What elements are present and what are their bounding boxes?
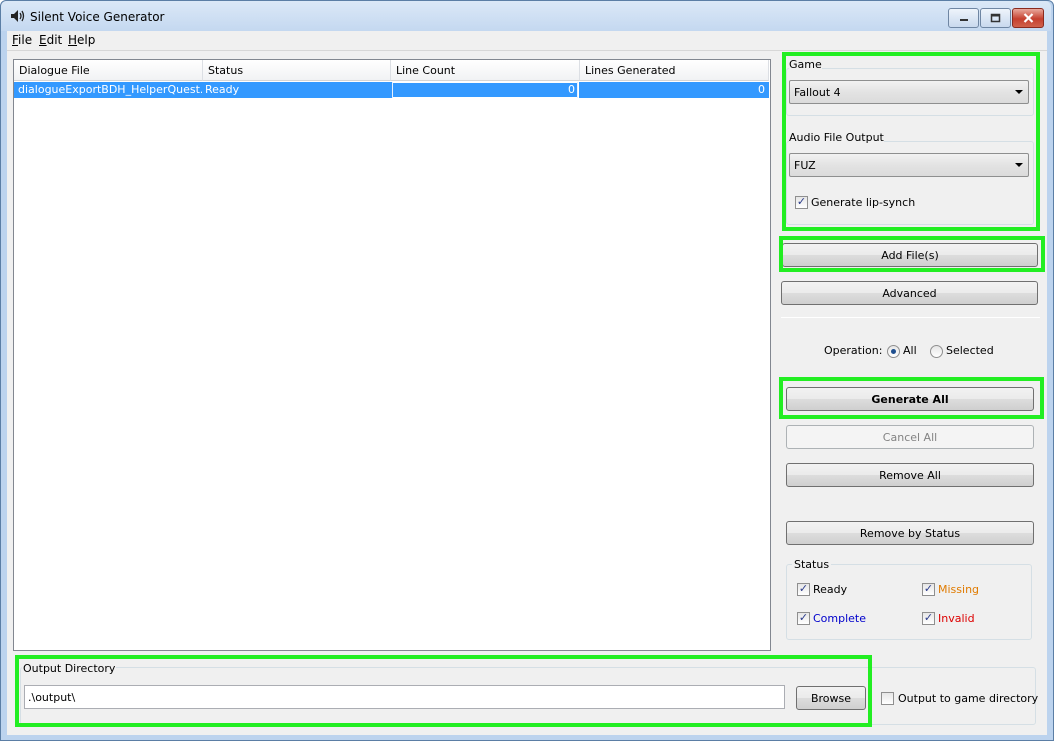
dialogue-file-list[interactable] (13, 59, 771, 651)
restore-icon (981, 9, 1010, 27)
status-invalid-checkbox[interactable]: ✓ (922, 611, 935, 625)
check-icon: ✓ (923, 611, 934, 624)
status-invalid-label: Invalid (938, 612, 975, 625)
status-ready-label: Ready (813, 583, 848, 596)
operation-all-radio[interactable] (887, 345, 900, 358)
highlight-box-output (15, 655, 872, 727)
status-ready-checkbox[interactable]: ✓ (797, 582, 810, 596)
highlight-box-add-files (779, 236, 1045, 272)
window-title: Silent Voice Generator (30, 10, 165, 24)
row-file-name: dialogueExportBDH_HelperQuest.txt (18, 83, 202, 96)
check-icon: ✓ (923, 582, 934, 595)
output-to-game-dir-checkbox[interactable] (881, 692, 894, 705)
highlight-box-generate (779, 377, 1044, 419)
menu-help[interactable]: Help (68, 33, 95, 47)
cancel-all-button[interactable]: Cancel All (786, 425, 1034, 449)
menu-edit-mnemonic: E (39, 33, 47, 47)
column-header-line-count[interactable]: Line Count (391, 60, 580, 81)
advanced-button[interactable]: Advanced (781, 281, 1038, 305)
menu-separator (7, 50, 1047, 51)
speaker-icon (10, 9, 26, 23)
close-button[interactable] (1012, 8, 1044, 28)
remove-by-status-button[interactable]: Remove by Status (786, 521, 1034, 545)
close-icon (1013, 9, 1043, 27)
remove-all-button[interactable]: Remove All (786, 463, 1034, 487)
row-status: Ready (205, 83, 240, 96)
column-header-dialogue-file[interactable]: Dialogue File (14, 60, 203, 81)
status-missing-label: Missing (938, 583, 980, 596)
column-header-lines-generated[interactable]: Lines Generated (580, 60, 769, 81)
operation-label: Operation: (824, 344, 883, 357)
menu-help-mnemonic: H (68, 33, 78, 47)
check-icon: ✓ (798, 582, 809, 595)
row-lines-generated: 0 (758, 83, 765, 96)
menu-file[interactable]: File (12, 33, 32, 47)
column-header-status[interactable]: Status (203, 60, 391, 81)
operation-all-label: All (903, 344, 917, 357)
output-to-game-dir-label: Output to game directory (898, 692, 1039, 705)
menu-file-rest: ile (18, 33, 33, 47)
check-icon: ✓ (798, 611, 809, 624)
divider (781, 317, 1040, 318)
highlight-box-settings (782, 52, 1040, 231)
menu-edit-rest: dit (46, 33, 63, 47)
radio-dot-icon (891, 349, 896, 354)
minimize-button[interactable] (948, 8, 979, 28)
menu-bar (7, 31, 1047, 50)
menu-help-rest: elp (77, 33, 96, 47)
status-complete-label: Complete (813, 612, 867, 625)
operation-selected-label: Selected (946, 344, 994, 357)
restore-button[interactable] (980, 8, 1011, 28)
operation-selected-radio[interactable] (930, 345, 943, 358)
status-complete-checkbox[interactable]: ✓ (797, 611, 810, 625)
status-group (786, 564, 1032, 640)
status-group-label: Status (792, 558, 832, 571)
minimize-icon (949, 9, 978, 27)
status-missing-checkbox[interactable]: ✓ (922, 582, 935, 596)
row-line-count: 0 (392, 82, 578, 98)
menu-edit[interactable]: Edit (39, 33, 62, 47)
